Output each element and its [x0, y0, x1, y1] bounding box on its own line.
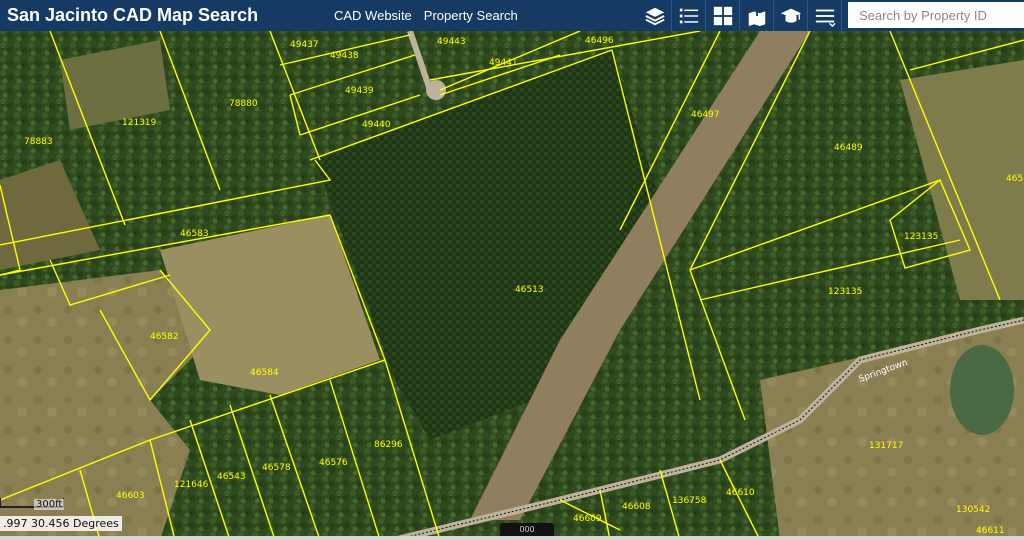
parcel-label[interactable]: 46584 — [250, 368, 279, 378]
cad-website-link[interactable]: CAD Website — [334, 8, 412, 23]
parcel-label[interactable]: 49440 — [362, 120, 391, 130]
property-search-link[interactable]: Property Search — [424, 8, 518, 23]
parcel-label[interactable]: 46610 — [726, 488, 755, 498]
parcel-label[interactable]: 49439 — [345, 86, 374, 96]
parcel-label[interactable]: 136758 — [672, 496, 707, 506]
parcel-label[interactable]: 46582 — [150, 332, 179, 342]
parcel-label[interactable]: 49443 — [437, 37, 466, 47]
parcel-label[interactable]: 78883 — [24, 137, 53, 147]
graduation-cap-icon — [780, 8, 801, 23]
parcel-label[interactable]: 49437 — [290, 40, 319, 50]
map-view[interactable]: 49437 49443 46496 49438 49441 78880 4943… — [0, 31, 1024, 540]
legend-button[interactable] — [672, 0, 706, 31]
scale-text: 300ft — [34, 499, 65, 510]
basemap-button[interactable] — [706, 0, 740, 31]
parcel-label[interactable]: 123135 — [904, 232, 938, 242]
help-button[interactable] — [774, 0, 808, 31]
coordinate-readout: .997 30.456 Degrees — [0, 516, 122, 531]
parcel-label[interactable]: 46497 — [691, 110, 720, 120]
header-bar: San Jacinto CAD Map Search CAD Website P… — [0, 0, 1024, 31]
menu-icon — [815, 9, 836, 27]
parcel-label[interactable]: 123135 — [828, 287, 862, 297]
bottom-strip — [0, 536, 1024, 540]
property-search-input[interactable] — [848, 2, 1024, 28]
parcel-label[interactable]: 49441 — [489, 58, 518, 68]
basemap-grid-icon — [713, 6, 732, 25]
layers-icon — [644, 7, 665, 25]
app-title: San Jacinto CAD Map Search — [7, 5, 259, 25]
menu-button[interactable] — [808, 0, 842, 31]
parcel-label[interactable]: 121319 — [122, 118, 157, 128]
parcel-label[interactable]: 131717 — [869, 441, 903, 451]
parcel-label[interactable]: 46608 — [622, 502, 651, 512]
parcel-label[interactable]: 46543 — [217, 472, 246, 482]
parcel-label[interactable]: 46496 — [585, 36, 614, 46]
parcel-label[interactable]: 121646 — [174, 480, 209, 490]
parcel-label[interactable]: 49438 — [330, 51, 359, 61]
attribution-tab[interactable]: 000 — [500, 523, 554, 536]
parcel-label[interactable]: 78880 — [229, 99, 258, 109]
parcel-label[interactable]: 46603 — [116, 491, 145, 501]
parcel-label[interactable]: 46609 — [573, 514, 602, 524]
parcel-label[interactable]: 465 — [1006, 174, 1023, 184]
bookmark-button[interactable] — [740, 0, 774, 31]
parcel-label[interactable]: 46578 — [262, 463, 291, 473]
toolbar — [638, 0, 842, 31]
parcel-label[interactable]: 46583 — [180, 229, 209, 239]
parcel-label[interactable]: 46513 — [515, 285, 544, 295]
parcel-label[interactable]: 46489 — [834, 143, 863, 153]
parcel-label[interactable]: 86296 — [374, 440, 403, 450]
parcel-label[interactable]: 46611 — [976, 526, 1005, 536]
layers-button[interactable] — [638, 0, 672, 31]
aerial-parcel-map: 49437 49443 46496 49438 49441 78880 4943… — [0, 31, 1024, 540]
parcel-label[interactable]: 46576 — [319, 458, 348, 468]
parcel-label[interactable]: 130542 — [956, 505, 990, 515]
bookmark-icon — [748, 5, 765, 26]
legend-list-icon — [679, 8, 698, 23]
